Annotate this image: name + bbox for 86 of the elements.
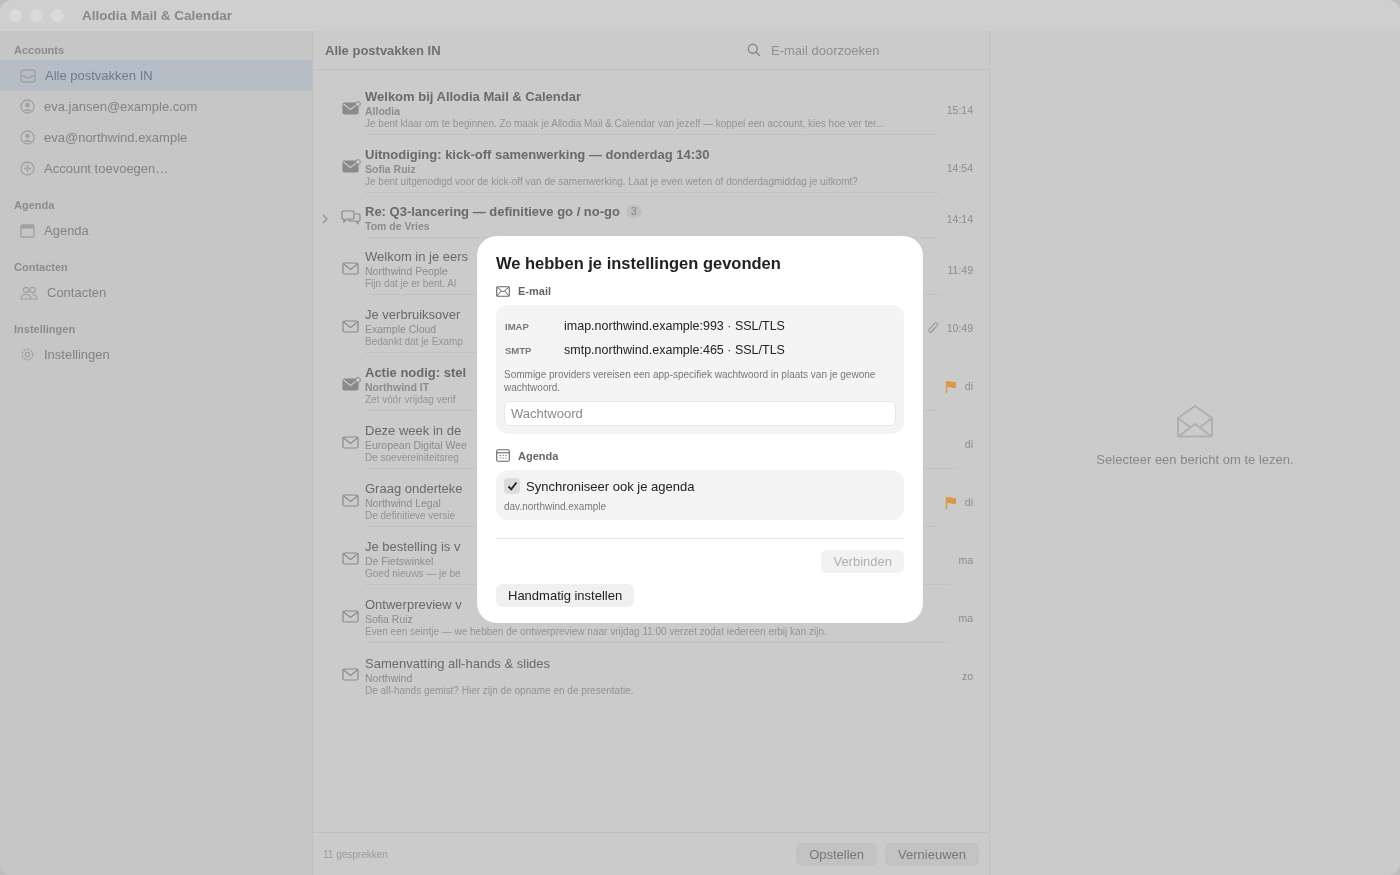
message-sender: Northwind xyxy=(365,671,413,684)
section-heading: E-mail xyxy=(518,285,551,297)
server-label: SMTP xyxy=(504,344,533,356)
sidebar-item[interactable]: Account toevoegen… xyxy=(0,153,312,184)
envelope-icon xyxy=(341,435,361,449)
section-heading: Agenda xyxy=(518,449,559,462)
message-sender: Northwind People xyxy=(365,265,448,277)
chevron-icon[interactable] xyxy=(322,214,328,224)
message-sender: Sofia Ruiz xyxy=(365,613,413,625)
server-address: dav.northwind.example xyxy=(504,501,608,512)
message-subject[interactable]: Re: Q3-lancering — definitieve go / no-go xyxy=(365,204,620,219)
toolbar-button[interactable]: Opstellen xyxy=(796,842,878,866)
toolbar-button[interactable]: Vernieuwen xyxy=(885,842,979,866)
sidebar-section-title: Instellingen xyxy=(13,322,77,337)
message-sender: Example Cloud xyxy=(365,323,437,335)
message-sender: De Fietswinkel xyxy=(365,555,434,567)
envelope-icon xyxy=(341,609,361,623)
sidebar-item[interactable]: Contacten xyxy=(0,277,312,308)
message-sender: Northwind Legal xyxy=(365,497,441,509)
message-subject[interactable]: Welkom bij Allodia Mail & Calendar xyxy=(365,89,581,104)
message-time: 15:14 xyxy=(946,104,973,116)
message-sender: Tom de Vries xyxy=(365,220,430,232)
message-time: di xyxy=(964,380,973,392)
calendar-icon xyxy=(20,223,35,238)
message-subject[interactable]: Deze week in de xyxy=(365,423,462,438)
message-time: 14:14 xyxy=(946,213,973,225)
thread-count-badge: 3 xyxy=(625,205,642,218)
envelope-icon xyxy=(341,319,361,333)
envelope-icon xyxy=(341,551,361,565)
sidebar-section-title: Accounts xyxy=(13,43,66,58)
checkbox[interactable] xyxy=(504,478,520,494)
message-subject[interactable]: Samenvatting all-hands & slides xyxy=(365,655,550,671)
flag-icon[interactable] xyxy=(944,379,957,393)
message-subject[interactable]: Ontwerpreview v xyxy=(365,597,462,612)
sidebar-item[interactable]: eva.jansen@example.com xyxy=(0,91,312,122)
tray-icon xyxy=(20,68,36,83)
message-time: 10:49 xyxy=(946,322,973,334)
empty-state-text: Selecteer een bericht om te lezen. xyxy=(1096,452,1294,467)
server-label: IMAP xyxy=(504,320,530,332)
message-time: di xyxy=(964,496,973,508)
envelope-icon xyxy=(341,667,361,681)
server-address: smtp.northwind.example:465 · SSL/TLS xyxy=(564,343,785,357)
message-sender: European Digital Wee xyxy=(365,439,467,451)
plus-circle-icon xyxy=(20,161,35,176)
message-time: 14:54 xyxy=(946,162,973,174)
message-time: zo xyxy=(961,670,973,682)
envelope-icon xyxy=(496,285,510,297)
calendar-icon xyxy=(496,449,510,462)
message-sender: Northwind IT xyxy=(365,381,430,393)
message-subject[interactable]: Welkom in je eers xyxy=(365,249,469,264)
message-time: ma xyxy=(958,612,973,624)
person-circle-icon xyxy=(20,130,35,145)
password-hint: Sommige providers vereisen een app-specifiek wachtwoord in plaats van je gewone wachtwoord. xyxy=(504,368,877,394)
search-icon xyxy=(747,43,761,57)
search-field[interactable]: E-mail doorzoeken xyxy=(771,42,961,58)
password-field[interactable]: Wachtwoord xyxy=(504,401,896,426)
sidebar-item[interactable]: eva@northwind.example xyxy=(0,122,312,153)
chat-bubbles-icon xyxy=(341,209,361,225)
sidebar-item[interactable]: Instellingen xyxy=(0,339,312,370)
envelope-icon xyxy=(341,261,361,275)
people-icon xyxy=(20,285,38,300)
message-sender: Allodia xyxy=(365,105,400,117)
message-time: di xyxy=(964,438,973,450)
open-envelope-icon xyxy=(1176,404,1214,438)
dialog-title: We hebben je instellingen gevonden xyxy=(496,254,782,273)
message-sender: Sofia Ruiz xyxy=(365,163,416,175)
message-subject[interactable]: Uitnodiging: kick-off samenwerking — donderdag 14:30 xyxy=(365,147,710,162)
person-circle-icon xyxy=(20,99,35,114)
message-time: 11:49 xyxy=(947,264,973,276)
message-subject[interactable]: Je bestelling is v xyxy=(365,539,461,554)
message-subject[interactable]: Graag onderteke xyxy=(365,481,463,496)
sidebar-item[interactable]: Alle postvakken IN xyxy=(0,60,312,91)
sidebar-section-title: Agenda xyxy=(13,198,56,213)
message-subject[interactable]: Je verbruiksover xyxy=(365,307,461,322)
message-subject[interactable]: Actie nodig: stel xyxy=(365,365,467,380)
sidebar-section-title: Contacten xyxy=(13,260,69,275)
settings-icon xyxy=(20,347,35,362)
window-title: Allodia Mail & Calendar xyxy=(82,8,233,23)
checkbox-label[interactable]: Synchroniseer ook je agenda xyxy=(526,478,695,494)
manual-setup-button[interactable]: Handmatig instellen xyxy=(496,584,635,607)
message-time: ma xyxy=(958,554,973,566)
sidebar-item[interactable]: Agenda xyxy=(0,215,312,246)
server-address: imap.northwind.example:993 · SSL/TLS xyxy=(564,319,785,333)
flag-icon[interactable] xyxy=(944,495,957,509)
envelope-icon xyxy=(341,493,361,507)
list-title: Alle postvakken IN xyxy=(325,42,441,58)
